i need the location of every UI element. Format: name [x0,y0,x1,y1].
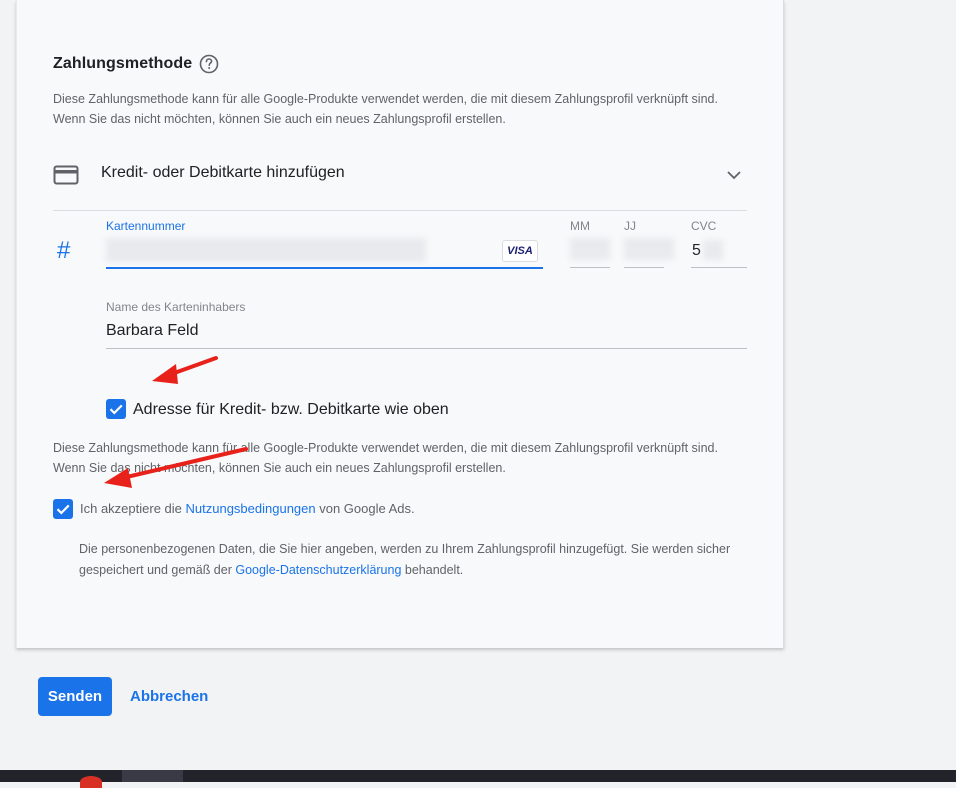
cardholder-label: Name des Karteninhabers [106,300,246,314]
payment-method-selector[interactable]: Kredit- oder Debitkarte hinzufügen [53,160,747,190]
expiry-month-field[interactable] [570,232,610,268]
address-checkbox-label[interactable]: Adresse für Kredit- bzw. Debitkarte wie … [133,401,449,419]
cvc-field[interactable]: 5 [691,232,747,268]
cvc-label: CVC [691,219,717,233]
terms-link[interactable]: Nutzungsbedingungen [186,501,316,516]
card-number-label: Kartennummer [106,219,186,233]
payment-title: Zahlungsmethode [53,55,193,72]
cancel-button[interactable]: Abbrechen [130,688,208,705]
expiry-year-field[interactable] [624,232,674,268]
payment-method-label: Kredit- oder Debitkarte hinzufügen [101,164,345,181]
payment-description-repeat: Diese Zahlungsmethode kann für alle Goog… [53,441,718,475]
address-checkbox[interactable] [106,399,126,419]
taskbar-active-item[interactable] [122,770,183,782]
card-number-value [106,238,426,262]
taskbar-app-icon[interactable] [80,776,102,788]
help-icon[interactable] [199,54,219,74]
expiry-month-label: MM [570,219,590,233]
credit-card-icon [53,165,79,185]
privacy-link[interactable]: Google-Datenschutzerklärung [235,563,401,577]
payment-description: Diese Zahlungsmethode kann für alle Goog… [53,92,718,126]
terms-label: Ich akzeptiere die Nutzungsbedingungen v… [80,501,415,516]
cvc-value: 5 [692,242,701,259]
checkmark-icon [109,404,123,415]
payment-card: Zahlungsmethode Diese Zahlungsmethode ka… [16,0,784,648]
submit-button[interactable]: Senden [38,677,112,716]
cardholder-value: Barbara Feld [106,322,199,339]
cardholder-field[interactable]: Barbara Feld [106,313,747,349]
visa-logo: VISA [502,240,538,262]
hash-icon: # [57,237,71,264]
privacy-notice: Die personenbezogenen Daten, die Sie hie… [79,542,731,577]
chevron-down-icon[interactable] [723,164,745,186]
card-number-field[interactable]: VISA [106,232,543,269]
checkmark-icon [56,504,70,515]
divider [53,210,747,211]
terms-checkbox[interactable] [53,499,73,519]
expiry-year-label: JJ [624,219,636,233]
